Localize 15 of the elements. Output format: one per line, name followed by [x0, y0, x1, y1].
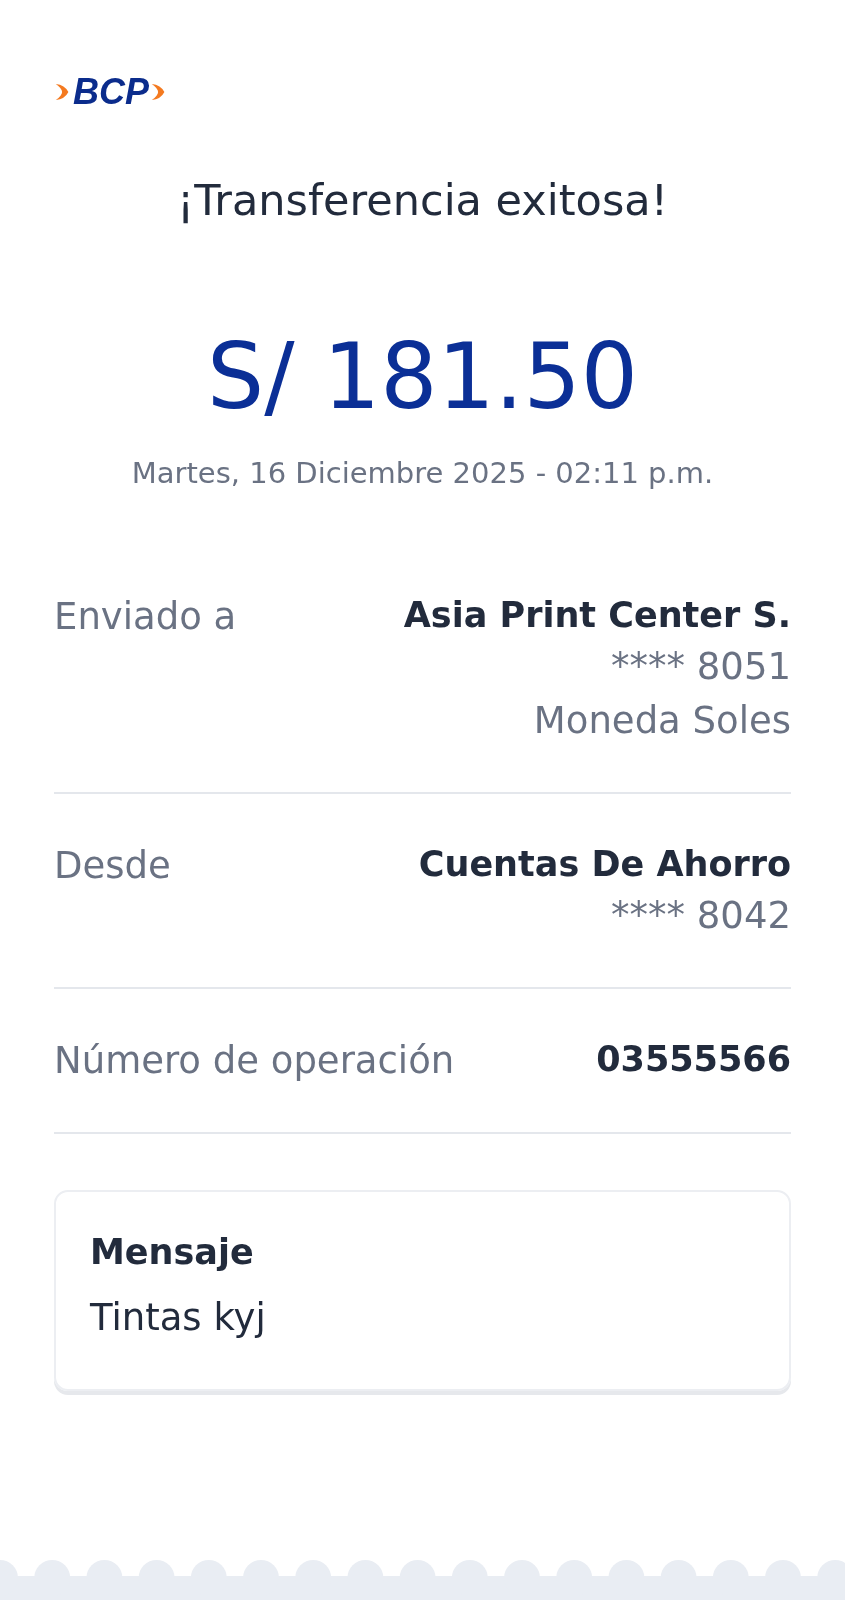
- message-title: Mensaje: [90, 1231, 255, 1272]
- detail-value: Asia Print Center S.: [403, 593, 791, 637]
- detail-value: 03555566: [596, 1038, 791, 1081]
- detail-value: Cuentas De Ahorro: [418, 842, 791, 886]
- detail-value: **** 8042: [611, 893, 791, 940]
- success-title: ¡Transferencia exitosa!: [176, 175, 669, 227]
- amount: S/ 181.50: [206, 326, 639, 426]
- logo-text: BCP: [73, 74, 149, 110]
- detail-label: Desde: [54, 842, 171, 889]
- detail-value: **** 8051: [611, 644, 791, 691]
- message-text: Tintas kyj: [90, 1295, 267, 1339]
- detail-value: Moneda Soles: [533, 698, 791, 744]
- date-time: Martes, 16 Diciembre 2025 - 02:11 p.m.: [130, 455, 715, 490]
- detail-label: Enviado a: [54, 593, 237, 640]
- detail-label: Número de operación: [54, 1038, 455, 1084]
